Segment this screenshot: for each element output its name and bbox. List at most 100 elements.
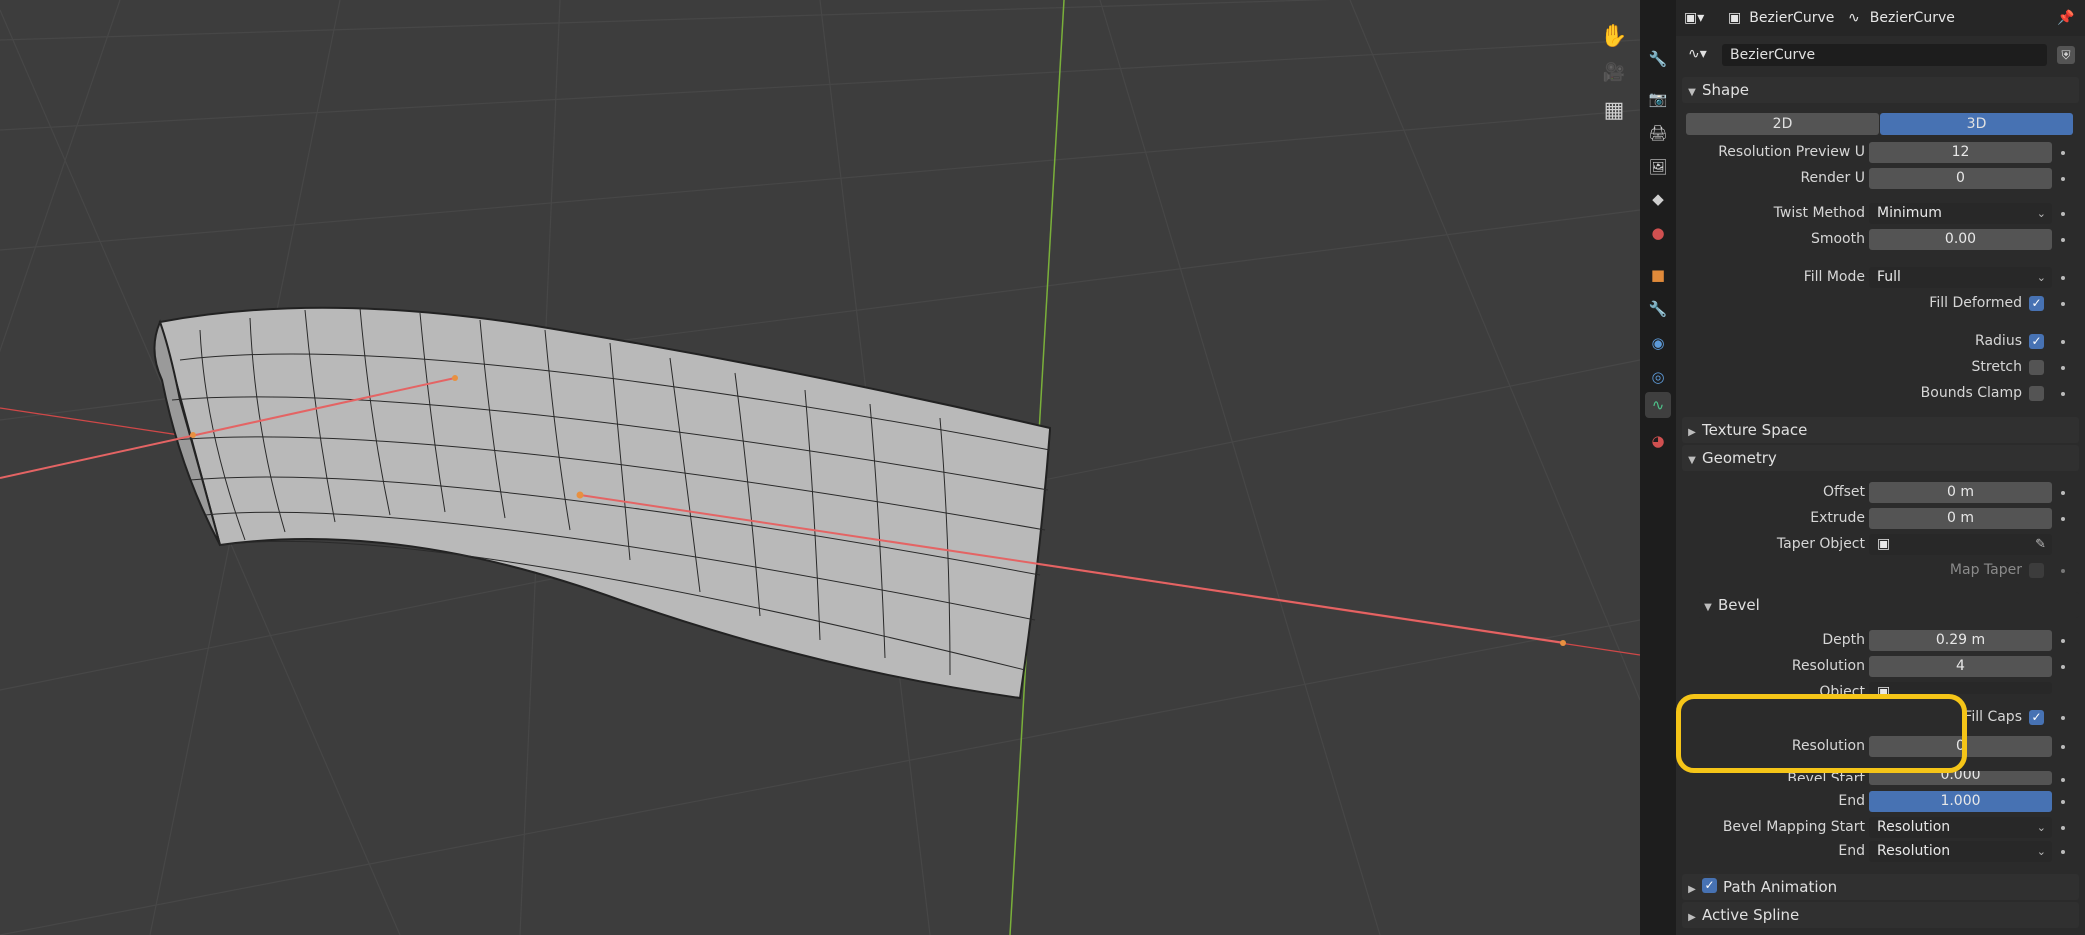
render-icon[interactable]: 📷 [1645,86,1671,112]
fill-caps-highlight [1676,694,1967,773]
3d-viewport[interactable]: ✋ 🎥 ▦ [0,0,1640,935]
particles-icon[interactable]: ◉ [1645,330,1671,356]
data-name: BezierCurve [1869,10,1955,26]
extrude-field[interactable]: 0 m [1869,508,2052,529]
grid-view-icon[interactable]: ▦ [1597,94,1631,126]
path-animation-panel-header[interactable]: ▶ ✓ Path Animation [1682,874,2079,900]
resolution-preview-u-field[interactable]: 12 [1869,142,2052,163]
bevel-start-field[interactable]: 0.000 [1869,771,2052,785]
keyframe-dot[interactable] [2061,826,2065,830]
camera-icon[interactable]: 🎥 [1597,56,1631,88]
bevel-object-field[interactable]: ▣ [1869,682,2052,694]
keyframe-dot[interactable] [2061,177,2065,181]
view-layer-icon[interactable]: 🖼 [1645,154,1671,180]
data-breadcrumb[interactable]: ∿ BezierCurve [1848,8,1955,28]
bounds-clamp-checkbox[interactable] [2029,386,2044,401]
taper-object-field[interactable]: ▣ ✎ [1869,534,2052,555]
keyframe-dot[interactable] [2061,778,2065,782]
eyedropper-icon[interactable]: ✎ [2035,534,2046,555]
keyframe-dot[interactable] [2061,366,2065,370]
end-label: End [1838,793,1865,809]
depth-label: Depth [1822,632,1865,648]
texture-space-panel-header[interactable]: ▶ Texture Space [1682,417,2079,443]
handle-point-2[interactable] [1560,640,1566,646]
render-u-label: Render U [1800,170,1865,186]
twist-method-dropdown[interactable]: Minimum ⌄ [1869,203,2052,224]
keyframe-dot[interactable] [2061,276,2065,280]
hand-pan-icon[interactable]: ✋ [1597,20,1631,52]
radius-label: Radius [1975,333,2022,349]
control-point-1[interactable] [190,432,196,438]
bezier-tube-mesh[interactable] [158,306,1051,700]
shape-panel-header[interactable]: ▼ Shape [1682,77,2079,103]
chevron-down-icon: ⌄ [2036,207,2046,220]
tool-icon[interactable]: 🔧 [1645,46,1671,72]
keyframe-dot[interactable] [2061,491,2065,495]
modifier-icon[interactable]: 🔧 [1645,296,1671,322]
control-point-2[interactable] [576,491,584,499]
active-spline-panel-header[interactable]: ▶ Active Spline [1682,902,2079,928]
dim-2d-button[interactable]: 2D [1686,113,1879,135]
object-name: BezierCurve [1749,10,1835,26]
object-icon: ▣ [1877,684,1891,694]
chevron-down-icon: ▼ [1704,602,1712,613]
keyframe-dot[interactable] [2061,569,2065,573]
world-icon[interactable]: ● [1645,220,1671,246]
bevel-resolution-label: Resolution [1791,658,1865,674]
keyframe-dot[interactable] [2061,302,2065,306]
end-field[interactable]: 1.000 [1869,791,2052,812]
physics-icon[interactable]: ◎ [1645,364,1671,390]
keyframe-dot[interactable] [2061,151,2065,155]
chevron-right-icon: ▶ [1688,427,1696,438]
fill-deformed-checkbox[interactable]: ✓ [2029,296,2044,311]
viewport-scene [0,0,1640,935]
editor-type-icon[interactable]: ▣▾ [1684,8,1704,28]
dim-3d-button[interactable]: 3D [1880,113,2073,135]
bevel-mapping-end-dropdown[interactable]: Resolution ⌄ [1869,841,2052,862]
keyframe-dot[interactable] [2061,340,2065,344]
pin-icon[interactable]: 📌 [2057,8,2074,28]
chevron-down-icon: ⌄ [2036,845,2046,858]
depth-field[interactable]: 0.29 m [1869,630,2052,651]
keyframe-dot[interactable] [2061,800,2065,804]
keyframe-dot[interactable] [2061,716,2065,720]
keyframe-dot[interactable] [2061,850,2065,854]
map-taper-label: Map Taper [1949,562,2022,578]
stretch-checkbox[interactable] [2029,360,2044,375]
keyframe-dot[interactable] [2061,212,2065,216]
smooth-label: Smooth [1810,231,1865,247]
keyframe-dot[interactable] [2061,517,2065,521]
output-icon[interactable]: 🖨 [1645,120,1671,146]
map-taper-checkbox[interactable] [2029,563,2044,578]
fake-user-shield-icon[interactable]: ⛨ [2057,46,2075,64]
chevron-down-icon: ⌄ [2036,271,2046,284]
keyframe-dot[interactable] [2061,238,2065,242]
object-icon: ▣ [1728,10,1742,26]
radius-checkbox[interactable]: ✓ [2029,334,2044,349]
handle-point-1[interactable] [452,375,458,381]
geometry-panel-header[interactable]: ▼ Geometry [1682,445,2079,471]
object-breadcrumb[interactable]: ▣ BezierCurve [1728,8,1834,28]
datablock-name-field[interactable]: BezierCurve [1722,44,2047,66]
object-icon[interactable]: ■ [1645,262,1671,288]
offset-field[interactable]: 0 m [1869,482,2052,503]
curve-datablock-icon[interactable]: ∿▾ [1688,46,1707,62]
fill-mode-dropdown[interactable]: Full ⌄ [1869,267,2052,288]
path-animation-checkbox[interactable]: ✓ [1702,878,1717,893]
fill-caps-checkbox[interactable]: ✓ [2029,710,2044,725]
keyframe-dot[interactable] [2061,392,2065,396]
keyframe-dot[interactable] [2061,639,2065,643]
render-u-field[interactable]: 0 [1869,168,2052,189]
curve-data-icon[interactable]: ∿ [1645,392,1671,418]
bevel-subpanel-header[interactable]: ▼ Bevel [1698,592,2079,618]
bevel-mapping-start-dropdown[interactable]: Resolution ⌄ [1869,817,2052,838]
chevron-right-icon: ▶ [1688,912,1696,923]
bevel-resolution-field[interactable]: 4 [1869,656,2052,677]
smooth-field[interactable]: 0.00 [1869,229,2052,250]
keyframe-dot[interactable] [2061,745,2065,749]
material-icon[interactable]: ◕ [1645,428,1671,454]
fill-deformed-label: Fill Deformed [1929,295,2022,311]
keyframe-dot[interactable] [2061,665,2065,669]
scene-icon[interactable]: ◆ [1645,186,1671,212]
taper-object-label: Taper Object [1776,536,1865,552]
